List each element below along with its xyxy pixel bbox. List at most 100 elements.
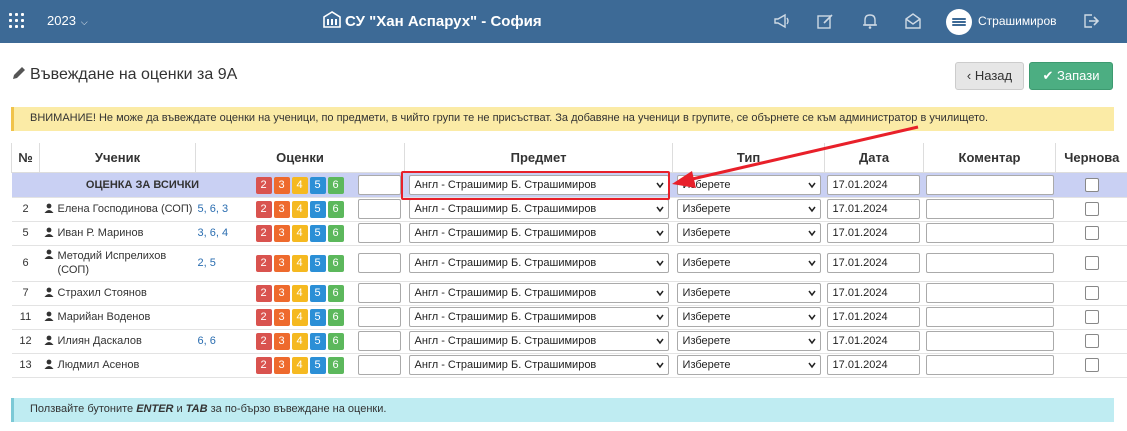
subject-select[interactable]: Англ - Страшимир Б. Страшимиров [408,174,669,195]
grade-input[interactable] [357,355,401,375]
draft-checkbox[interactable] [1084,256,1099,270]
comment-input[interactable] [925,253,1054,273]
grade-4-button[interactable]: 4 [291,225,308,242]
type-select[interactable]: Изберете [676,355,821,375]
existing-grades[interactable] [195,352,246,378]
grade-4-button[interactable]: 4 [291,309,308,326]
draft-checkbox[interactable] [1084,177,1099,192]
date-input[interactable]: 17.01.2024 [826,253,920,273]
grade-2-button[interactable]: 2 [255,225,272,242]
existing-grades[interactable]: 3, 6, 4 [195,220,246,246]
save-button[interactable]: ✔ Запази [1029,62,1113,90]
grade-6-button[interactable]: 6 [327,255,344,272]
comment-input[interactable] [925,174,1054,195]
type-select[interactable]: Изберете [676,223,821,243]
date-input[interactable]: 17.01.2024 [826,283,920,303]
grade-6-button[interactable]: 6 [327,357,344,374]
grade-3-button[interactable]: 3 [273,285,290,302]
comment-input[interactable] [925,199,1054,219]
existing-grades[interactable]: 2, 5 [195,244,246,282]
date-input[interactable]: 17.01.2024 [826,355,920,375]
grade-3-button[interactable]: 3 [273,201,290,218]
user-name[interactable]: Страшимиров [978,14,1057,28]
grade-input[interactable] [357,283,401,303]
type-select[interactable]: Изберете [676,331,821,351]
draft-checkbox[interactable] [1084,310,1099,324]
type-select[interactable]: Изберете [676,253,821,273]
bell-icon[interactable] [861,12,879,30]
edit-icon[interactable] [816,12,834,30]
grade-4-button[interactable]: 4 [291,176,308,194]
grade-input[interactable] [357,199,401,219]
grade-5-button[interactable]: 5 [309,357,326,374]
date-input[interactable]: 17.01.2024 [826,307,920,327]
subject-select[interactable]: Англ - Страшимир Б. Страшимиров [408,253,669,273]
grade-5-button[interactable]: 5 [309,285,326,302]
megaphone-icon[interactable] [773,12,791,30]
grade-3-button[interactable]: 3 [273,309,290,326]
grade-5-button[interactable]: 5 [309,176,326,194]
grade-5-button[interactable]: 5 [309,201,326,218]
comment-input[interactable] [925,307,1054,327]
existing-grades[interactable]: 6, 6 [195,328,246,354]
grade-6-button[interactable]: 6 [327,225,344,242]
subject-select[interactable]: Англ - Страшимир Б. Страшимиров [408,199,669,219]
grade-2-button[interactable]: 2 [255,255,272,272]
draft-checkbox[interactable] [1084,334,1099,348]
existing-grades[interactable]: 5, 6, 3 [195,196,246,222]
date-input[interactable]: 17.01.2024 [826,199,920,219]
subject-select[interactable]: Англ - Страшимир Б. Страшимиров [408,307,669,327]
grade-input[interactable] [357,174,401,195]
type-select[interactable]: Изберете [676,199,821,219]
grade-input[interactable] [357,223,401,243]
date-input[interactable]: 17.01.2024 [826,223,920,243]
envelope-open-icon[interactable] [904,12,922,30]
comment-input[interactable] [925,283,1054,303]
grade-4-button[interactable]: 4 [291,255,308,272]
grade-5-button[interactable]: 5 [309,255,326,272]
comment-input[interactable] [925,331,1054,351]
back-button[interactable]: ‹ Назад [955,62,1024,90]
grade-6-button[interactable]: 6 [327,285,344,302]
grade-2-button[interactable]: 2 [255,333,272,350]
grade-2-button[interactable]: 2 [255,176,272,194]
existing-grades[interactable] [195,304,246,330]
grade-input[interactable] [357,253,401,273]
grade-4-button[interactable]: 4 [291,357,308,374]
comment-input[interactable] [925,223,1054,243]
subject-select[interactable]: Англ - Страшимир Б. Страшимиров [408,223,669,243]
grade-input[interactable] [357,307,401,327]
existing-grades[interactable] [195,280,246,306]
grade-4-button[interactable]: 4 [291,285,308,302]
subject-select[interactable]: Англ - Страшимир Б. Страшимиров [408,355,669,375]
grade-5-button[interactable]: 5 [309,333,326,350]
year-selector[interactable]: 2023 ⌵ [47,13,88,28]
date-input[interactable]: 17.01.2024 [826,174,920,195]
grade-3-button[interactable]: 3 [273,357,290,374]
grade-2-button[interactable]: 2 [255,201,272,218]
type-select[interactable]: Изберете [676,283,821,303]
type-select[interactable]: Изберете [676,307,821,327]
grade-3-button[interactable]: 3 [273,255,290,272]
draft-checkbox[interactable] [1084,358,1099,372]
draft-checkbox[interactable] [1084,286,1099,300]
grade-6-button[interactable]: 6 [327,176,344,194]
grade-3-button[interactable]: 3 [273,333,290,350]
grade-6-button[interactable]: 6 [327,201,344,218]
grade-6-button[interactable]: 6 [327,333,344,350]
grade-3-button[interactable]: 3 [273,176,290,194]
date-input[interactable]: 17.01.2024 [826,331,920,351]
grade-3-button[interactable]: 3 [273,225,290,242]
grade-4-button[interactable]: 4 [291,201,308,218]
draft-checkbox[interactable] [1084,226,1099,240]
grade-5-button[interactable]: 5 [309,309,326,326]
grade-2-button[interactable]: 2 [255,357,272,374]
subject-select[interactable]: Англ - Страшимир Б. Страшимиров [408,283,669,303]
user-avatar[interactable] [946,9,972,35]
grade-input[interactable] [357,331,401,351]
apps-grid-icon[interactable] [9,13,25,29]
grade-5-button[interactable]: 5 [309,225,326,242]
draft-checkbox[interactable] [1084,202,1099,216]
subject-select[interactable]: Англ - Страшимир Б. Страшимиров [408,331,669,351]
type-select[interactable]: Изберете [676,174,821,195]
